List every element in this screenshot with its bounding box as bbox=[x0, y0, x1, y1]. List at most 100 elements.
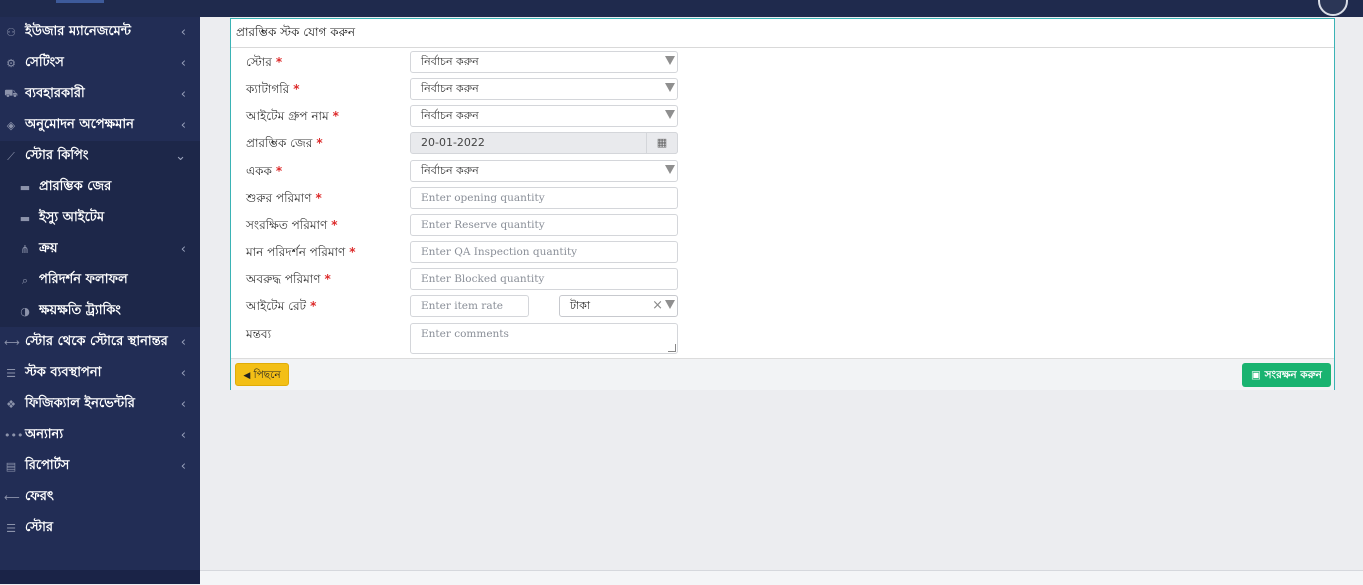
adjust-icon: ◑ bbox=[20, 305, 30, 318]
blocked-qty-label: অবরুদ্ধ পরিমাণ * bbox=[246, 272, 331, 286]
sidebar-item-sub-items-2[interactable]: ⋔ ক্রয় ‹ bbox=[0, 234, 200, 265]
sidebar-item-sub-items-3[interactable]: ⌕ পরিদর্শন ফলাফল bbox=[0, 265, 200, 296]
sidebar-item-more-items-1[interactable]: ☰ স্টক ব্যবস্থাপনা ‹ bbox=[0, 358, 200, 389]
chevron-left-icon: ‹ bbox=[180, 366, 186, 381]
blocked-qty-input[interactable]: Enter Blocked quantity bbox=[410, 268, 678, 290]
store-label: স্টোর * bbox=[246, 55, 283, 69]
sidebar-menu-more: ⟷ স্টোর থেকে স্টোরে স্থানান্তর ‹ ☰ স্টক ব্যব… bbox=[0, 327, 200, 544]
sidebar-item-items-3[interactable]: ◈ অনুমোদন অপেক্ষমান ‹ bbox=[0, 110, 200, 141]
cart-icon: ⛟ bbox=[4, 87, 18, 100]
caret-down-icon bbox=[665, 56, 675, 65]
sidebar-item-label: স্টোর bbox=[25, 520, 53, 535]
comments-row: মন্তব্য Enter comments bbox=[231, 323, 1334, 356]
sidebar-item-more-items-2[interactable]: ❖ ফিজিক্যাল ইনভেন্টরি ‹ bbox=[0, 389, 200, 420]
gears-icon: ⚙ bbox=[6, 57, 16, 70]
chevron-left-icon: ‹ bbox=[180, 56, 186, 71]
opening-date-row: প্রারম্ভিক জের * 20-01-2022 ▦ bbox=[231, 132, 1334, 156]
reserve-qty-row: সংরক্ষিত পরিমাণ * Enter Reserve quantity bbox=[231, 214, 1334, 238]
chevron-left-icon: ‹ bbox=[180, 459, 186, 474]
back-button[interactable]: ◀ পিছনে bbox=[235, 363, 289, 386]
sidebar-item-label: অন্যান্য bbox=[25, 427, 64, 442]
panel-title: প্রারম্ভিক স্টক যোগ করুন bbox=[231, 19, 1334, 48]
qa-qty-label: মান পরিদর্শন পরিমাণ * bbox=[246, 245, 356, 259]
sidebar-item-items-0[interactable]: ⚇ ইউজার ম্যানেজমেন্ট ‹ bbox=[0, 17, 200, 48]
item-rate-row: আইটেম রেট * Enter item rate টাকা × bbox=[231, 295, 1334, 319]
unit-row: একক * নির্বাচন করুন bbox=[231, 160, 1334, 184]
opening-date-input[interactable]: 20-01-2022 ▦ bbox=[410, 132, 678, 154]
opening-date-label: প্রারম্ভিক জের * bbox=[246, 136, 323, 150]
sidebar-item-label: রিপোর্টস bbox=[25, 458, 70, 473]
reserve-qty-input[interactable]: Enter Reserve quantity bbox=[410, 214, 678, 236]
add-opening-stock-panel: প্রারম্ভিক স্টক যোগ করুন স্টোর * নির্বাচন… bbox=[230, 18, 1335, 390]
item-group-label: আইটেম গ্রুপ নাম * bbox=[246, 109, 339, 123]
panel-footer: ◀ পিছনে ▣ সংরক্ষন করুন bbox=[231, 358, 1334, 390]
sidebar-submenu-store-keeping: ▬ প্রারম্ভিক জের ▬ ইস্যু আইটেম ⋔ ক্রয় ‹ ⌕ পরিদর… bbox=[0, 172, 200, 327]
avatar[interactable] bbox=[1318, 0, 1348, 16]
unit-select[interactable]: নির্বাচন করুন bbox=[410, 160, 678, 182]
chevron-left-icon: ‹ bbox=[180, 87, 186, 102]
chevron-down-icon: ⌄ bbox=[175, 149, 186, 164]
sidebar-item-label: পরিদর্শন ফলাফল bbox=[39, 272, 128, 287]
chevron-left-icon: ‹ bbox=[180, 335, 186, 350]
sidebar-item-label: ইস্যু আইটেম bbox=[39, 210, 105, 225]
item-group-select[interactable]: নির্বাচন করুন bbox=[410, 105, 678, 127]
sliders-icon: ☰ bbox=[6, 367, 16, 380]
sidebar-item-more-items-6[interactable]: ☰ স্টোর bbox=[0, 513, 200, 544]
chevron-left-icon: ‹ bbox=[180, 242, 186, 257]
resize-handle-icon[interactable] bbox=[668, 344, 676, 352]
sidebar-item-sub-items-1[interactable]: ▬ ইস্যু আইটেম bbox=[0, 203, 200, 234]
sitemap-icon: ⋔ bbox=[20, 243, 30, 256]
sidebar: ⚇ ইউজার ম্যানেজমেন্ট ‹ ⚙ সেটিংস ‹ ⛟ ব্যবহারকারী… bbox=[0, 17, 200, 584]
clear-icon[interactable]: × bbox=[652, 296, 663, 316]
sidebar-menu: ⚇ ইউজার ম্যানেজমেন্ট ‹ ⚙ সেটিংস ‹ ⛟ ব্যবহারকারী… bbox=[0, 17, 200, 172]
sidebar-item-more-items-3[interactable]: ••• অন্যান্য ‹ bbox=[0, 420, 200, 451]
sidebar-item-label: সেটিংস bbox=[25, 55, 64, 70]
sidebar-item-more-items-5[interactable]: ⟵ ফেরৎ bbox=[0, 482, 200, 513]
store-select[interactable]: নির্বাচন করুন bbox=[410, 51, 678, 73]
ellipsis-icon: ••• bbox=[4, 429, 24, 442]
currency-select[interactable]: টাকা × bbox=[559, 295, 678, 317]
opening-qty-input[interactable]: Enter opening quantity bbox=[410, 187, 678, 209]
sidebar-item-label: প্রারম্ভিক জের bbox=[39, 179, 112, 194]
item-rate-input[interactable]: Enter item rate bbox=[410, 295, 529, 317]
arrow-circle-left-icon: ◀ bbox=[243, 371, 251, 381]
book-icon: ▤ bbox=[5, 460, 17, 473]
page-footer bbox=[200, 570, 1363, 585]
caret-down-icon bbox=[665, 110, 675, 119]
save-button[interactable]: ▣ সংরক্ষন করুন bbox=[1242, 363, 1331, 387]
sidebar-footer bbox=[0, 570, 200, 584]
sidebar-item-sub-items-0[interactable]: ▬ প্রারম্ভিক জের bbox=[0, 172, 200, 203]
sidebar-item-sub-items-4[interactable]: ◑ ক্ষয়ক্ষতি ট্র্যাকিং bbox=[0, 296, 200, 327]
caret-down-icon bbox=[665, 300, 675, 309]
comments-textarea[interactable]: Enter comments bbox=[410, 323, 678, 354]
sidebar-item-items-1[interactable]: ⚙ সেটিংস ‹ bbox=[0, 48, 200, 79]
sidebar-item-items-4[interactable]: ⟋ স্টোর কিপিং ⌄ bbox=[0, 141, 200, 172]
category-select[interactable]: নির্বাচন করুন bbox=[410, 78, 678, 100]
sidebar-item-label: স্টোর কিপিং bbox=[25, 148, 89, 163]
calendar-icon[interactable]: ▦ bbox=[646, 132, 678, 154]
sidebar-item-items-2[interactable]: ⛟ ব্যবহারকারী ‹ bbox=[0, 79, 200, 110]
exchange-icon: ⟷ bbox=[4, 336, 20, 349]
chevron-left-icon: ‹ bbox=[180, 397, 186, 412]
sidebar-item-label: ইউজার ম্যানেজমেন্ট bbox=[25, 24, 132, 39]
sidebar-item-label: ব্যবহারকারী bbox=[25, 86, 85, 101]
chevron-left-icon: ‹ bbox=[180, 428, 186, 443]
blocked-qty-row: অবরুদ্ধ পরিমাণ * Enter Blocked quantity bbox=[231, 268, 1334, 292]
item-group-row: আইটেম গ্রুপ নাম * নির্বাচন করুন bbox=[231, 105, 1334, 129]
caret-down-icon bbox=[665, 83, 675, 92]
qa-qty-input[interactable]: Enter QA Inspection quantity bbox=[410, 241, 678, 263]
cubes-icon: ❖ bbox=[6, 398, 16, 411]
logo[interactable] bbox=[56, 0, 104, 3]
chevron-left-icon: ‹ bbox=[180, 25, 186, 40]
top-navbar bbox=[0, 0, 1363, 17]
opening-qty-row: শুরুর পরিমাণ * Enter opening quantity bbox=[231, 187, 1334, 211]
opening-qty-label: শুরুর পরিমাণ * bbox=[246, 191, 322, 205]
sidebar-item-label: ক্ষয়ক্ষতি ট্র্যাকিং bbox=[39, 303, 121, 318]
qa-qty-row: মান পরিদর্শন পরিমাণ * Enter QA Inspection… bbox=[231, 241, 1334, 265]
folder-open-icon: ▬ bbox=[19, 212, 31, 225]
sidebar-item-more-items-0[interactable]: ⟷ স্টোর থেকে স্টোরে স্থানান্তর ‹ bbox=[0, 327, 200, 358]
search-icon: ⌕ bbox=[21, 273, 29, 287]
sliders-icon: ☰ bbox=[6, 522, 16, 535]
sidebar-item-more-items-4[interactable]: ▤ রিপোর্টস ‹ bbox=[0, 451, 200, 482]
sidebar-item-label: অনুমোদন অপেক্ষমান bbox=[25, 117, 134, 132]
